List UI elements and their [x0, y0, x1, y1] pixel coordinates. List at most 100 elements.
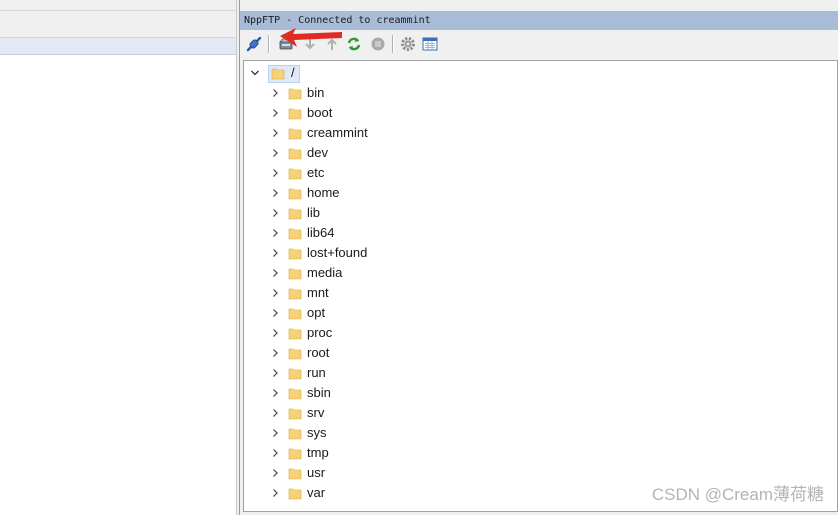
tree-folder-label: sbin [307, 385, 331, 400]
tree-folder-label: home [307, 185, 340, 200]
folder-icon [271, 68, 285, 80]
remote-directory-tree[interactable]: / bin boot creammint dev etc home lib lib64 lost… [243, 60, 838, 512]
connect-button[interactable] [244, 34, 264, 54]
collapsed-chevron-icon[interactable] [268, 163, 282, 183]
tree-folder-row[interactable]: home [244, 183, 834, 203]
tree-folder-label: boot [307, 105, 333, 120]
expanded-chevron-icon[interactable] [248, 63, 262, 83]
tree-folder-row[interactable]: sys [244, 423, 834, 443]
collapsed-chevron-icon[interactable] [268, 443, 282, 463]
collapsed-chevron-icon[interactable] [268, 263, 282, 283]
tree-folder-row[interactable]: proc [244, 323, 834, 343]
collapsed-chevron-icon[interactable] [268, 203, 282, 223]
collapsed-chevron-icon[interactable] [268, 343, 282, 363]
tree-folder-label: mnt [307, 285, 329, 300]
editor-pane [0, 0, 236, 515]
collapsed-chevron-icon[interactable] [268, 303, 282, 323]
tree-folder-row[interactable]: creammint [244, 123, 834, 143]
folder-icon [288, 288, 302, 300]
tree-folder-label: media [307, 265, 343, 280]
tree-folder-row[interactable]: lib64 [244, 223, 834, 243]
tree-folder-label: etc [307, 165, 325, 180]
folder-icon [288, 168, 302, 180]
folder-icon [288, 148, 302, 160]
tree-folder-row[interactable]: dev [244, 143, 834, 163]
tree-folder-row[interactable]: lib [244, 203, 834, 223]
message-window-button[interactable] [420, 34, 440, 54]
panel-top-strip [240, 0, 838, 11]
folder-icon [288, 188, 302, 200]
tree-folder-label: lib64 [307, 225, 335, 240]
folder-icon [288, 448, 302, 460]
tree-folder-row[interactable]: root [244, 343, 834, 363]
toolbar-separator [392, 35, 394, 53]
folder-icon [288, 108, 302, 120]
tree-folder-label: proc [307, 325, 333, 340]
annotation-arrow [280, 28, 342, 47]
tree-folder-label: sys [307, 425, 327, 440]
collapsed-chevron-icon[interactable] [268, 383, 282, 403]
tree-folder-row[interactable]: etc [244, 163, 834, 183]
collapsed-chevron-icon[interactable] [268, 103, 282, 123]
tree-folder-label: usr [307, 465, 326, 480]
watermark: CSDN @Cream薄荷糖 [651, 485, 824, 504]
tree-folder-label: bin [307, 85, 325, 100]
tree-folder-label: dev [307, 145, 328, 160]
folder-icon [288, 408, 302, 420]
collapsed-chevron-icon[interactable] [268, 83, 282, 103]
folder-icon [288, 308, 302, 320]
tree-folder-row[interactable]: media [244, 263, 834, 283]
tree-folder-row[interactable]: boot [244, 103, 834, 123]
folder-icon [288, 368, 302, 380]
message-window-icon [422, 37, 438, 51]
tree-folder-row[interactable]: run [244, 363, 834, 383]
folder-icon [288, 248, 302, 260]
tree-folder-row[interactable]: srv [244, 403, 834, 423]
tree-folder-row[interactable]: sbin [244, 383, 834, 403]
refresh-button[interactable] [344, 34, 364, 54]
tree-root-label: / [291, 65, 295, 80]
tree-folder-label: lost+found [307, 245, 368, 260]
editor-tab-bar [0, 10, 236, 38]
collapsed-chevron-icon[interactable] [268, 283, 282, 303]
collapsed-chevron-icon[interactable] [268, 403, 282, 423]
folder-icon [288, 348, 302, 360]
tree-folder-row[interactable]: lost+found [244, 243, 834, 263]
collapsed-chevron-icon[interactable] [268, 223, 282, 243]
tree-folder-label: run [307, 365, 326, 380]
toolbar-separator [268, 35, 270, 53]
left-top-strip [0, 0, 236, 10]
folder-icon [288, 88, 302, 100]
collapsed-chevron-icon[interactable] [268, 243, 282, 263]
abort-icon [371, 37, 385, 51]
collapsed-chevron-icon[interactable] [268, 143, 282, 163]
collapsed-chevron-icon[interactable] [268, 363, 282, 383]
collapsed-chevron-icon[interactable] [268, 463, 282, 483]
tree-folder-row[interactable]: tmp [244, 443, 834, 463]
folder-icon [288, 328, 302, 340]
folder-icon [288, 488, 302, 500]
tree-folder-label: lib [307, 205, 321, 220]
folder-icon [288, 128, 302, 140]
collapsed-chevron-icon[interactable] [268, 123, 282, 143]
collapsed-chevron-icon[interactable] [268, 423, 282, 443]
tree-folder-label: creammint [307, 125, 368, 140]
collapsed-chevron-icon[interactable] [268, 323, 282, 343]
collapsed-chevron-icon[interactable] [268, 183, 282, 203]
folder-icon [288, 228, 302, 240]
settings-icon [401, 37, 415, 51]
connect-icon [246, 36, 262, 52]
folder-icon [288, 268, 302, 280]
abort-button[interactable] [368, 34, 388, 54]
tree-folder-label: srv [307, 405, 325, 420]
folder-icon [288, 468, 302, 480]
tree-folder-row[interactable]: bin [244, 83, 834, 103]
folder-icon [288, 388, 302, 400]
settings-button[interactable] [398, 34, 418, 54]
collapsed-chevron-icon[interactable] [268, 483, 282, 503]
tree-folder-row[interactable]: mnt [244, 283, 834, 303]
tree-root-row[interactable]: / [244, 63, 834, 83]
tree-folder-label: root [307, 345, 330, 360]
tree-folder-row[interactable]: opt [244, 303, 834, 323]
nppftp-panel: NppFTP - Connected to creammint / bin bo… [240, 0, 838, 515]
